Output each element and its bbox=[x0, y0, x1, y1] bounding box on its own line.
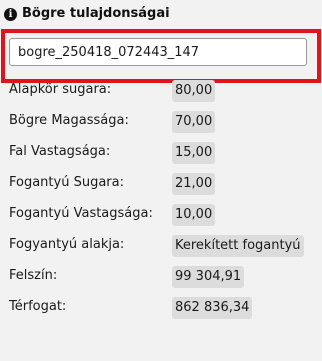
name-field-highlight bbox=[1, 29, 321, 83]
property-row-surface-area: Felszín: 99 304,91 bbox=[0, 266, 322, 288]
property-row-volume: Térfogat: 862 836,34 bbox=[0, 297, 322, 319]
panel-header: i Bögre tulajdonságai bbox=[0, 0, 322, 30]
property-label: Fal Vastagsága: bbox=[9, 144, 111, 159]
property-value: 70,00 bbox=[172, 111, 216, 133]
property-label: Fogantyú Vastagsága: bbox=[9, 206, 153, 221]
property-value: 10,00 bbox=[172, 204, 216, 226]
property-row-handle-radius: Fogantyú Sugara: 21,00 bbox=[0, 173, 322, 195]
property-label: Felszín: bbox=[9, 268, 58, 283]
property-label: Bögre Magassága: bbox=[9, 113, 129, 128]
property-value: Kerekített fogantyú bbox=[172, 235, 304, 257]
property-value: 80,00 bbox=[172, 80, 216, 102]
property-label: Fogyantyú alakja: bbox=[9, 237, 125, 252]
property-label: Térfogat: bbox=[9, 299, 67, 314]
property-label: Fogantyú Sugara: bbox=[9, 175, 124, 190]
properties-panel: i Bögre tulajdonságai Alapkör sugara: 80… bbox=[0, 0, 322, 361]
property-row-base-radius: Alapkör sugara: 80,00 bbox=[0, 80, 322, 102]
name-input[interactable] bbox=[9, 38, 307, 66]
panel-title: Bögre tulajdonságai bbox=[22, 6, 170, 21]
property-label: Alapkör sugara: bbox=[9, 82, 112, 97]
property-row-handle-thickness: Fogantyú Vastagsága: 10,00 bbox=[0, 204, 322, 226]
property-value: 21,00 bbox=[172, 173, 216, 195]
property-value: 862 836,34 bbox=[172, 297, 253, 319]
property-value: 15,00 bbox=[172, 142, 216, 164]
property-row-handle-shape: Fogyantyú alakja: Kerekített fogantyú bbox=[0, 235, 322, 257]
info-icon: i bbox=[4, 8, 17, 21]
property-value: 99 304,91 bbox=[172, 266, 245, 288]
property-row-mug-height: Bögre Magassága: 70,00 bbox=[0, 111, 322, 133]
property-row-wall-thickness: Fal Vastagsága: 15,00 bbox=[0, 142, 322, 164]
